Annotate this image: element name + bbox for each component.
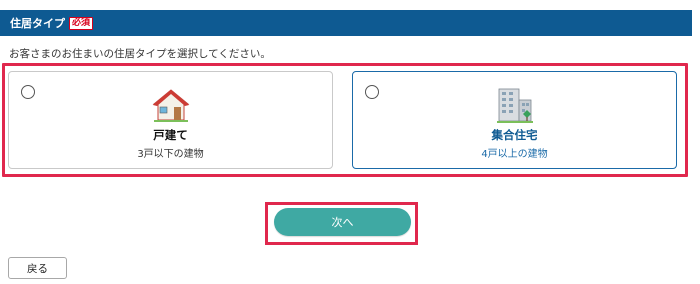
house-icon	[152, 89, 189, 122]
option-card-detached-house[interactable]: 戸建て 3戸以下の建物	[8, 71, 333, 169]
back-button[interactable]: 戻る	[8, 257, 67, 279]
radio-detached-house[interactable]	[21, 85, 35, 99]
option-subtitle: 3戸以下の建物	[137, 149, 204, 160]
apartment-building-icon	[496, 88, 533, 123]
section-header: 住居タイプ 必須	[0, 10, 692, 36]
instruction-text: お客さまのお住まいの住居タイプを選択してください。	[9, 48, 271, 60]
option-card-apartment[interactable]: 集合住宅 4戸以上の建物	[352, 71, 677, 169]
section-title: 住居タイプ	[10, 17, 65, 30]
option-subtitle: 4戸以上の建物	[481, 149, 548, 160]
next-button[interactable]: 次へ	[274, 208, 411, 236]
option-title: 戸建て	[153, 128, 188, 142]
option-title: 集合住宅	[491, 128, 538, 142]
required-badge: 必須	[69, 16, 94, 30]
radio-apartment[interactable]	[365, 85, 379, 99]
